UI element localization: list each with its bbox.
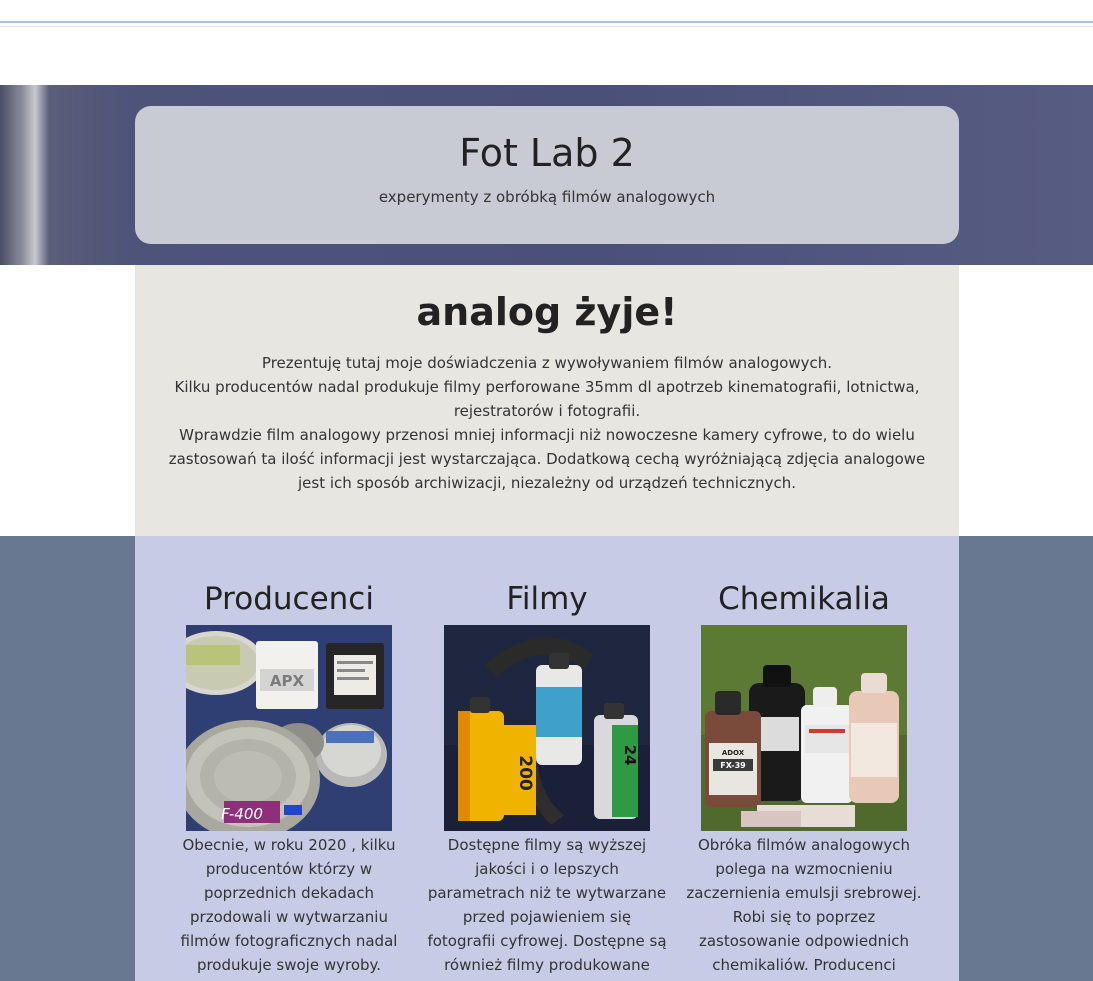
card-films[interactable]: Filmy 200 24 Dostępne filmy są wyższej j… (427, 580, 667, 977)
browser-toolbar-border (0, 21, 1093, 23)
film-canisters-photo[interactable]: APX F-400 (186, 625, 392, 831)
card-description: Obróka filmów analogowych polega na wzmo… (686, 836, 922, 974)
chemical-bottles-photo[interactable]: ADOX FX-39 (701, 625, 907, 831)
intro-paragraph: Prezentuję tutaj moje doświadczenia z wy… (261, 354, 833, 372)
hero-banner: Fot Lab 2 experymenty z obróbką filmów a… (0, 85, 1093, 265)
photo-label: FX-39 (720, 761, 746, 770)
categories-section: Producenci APX F-400 Obecnie, w roku 202… (0, 536, 1093, 981)
site-title: Fot Lab 2 (459, 131, 635, 175)
film-rolls-photo[interactable]: 200 24 (444, 625, 650, 831)
site-subtitle: experymenty z obróbką filmów analogowych (378, 188, 716, 206)
photo-label: APX (270, 672, 305, 690)
card-chemicals[interactable]: Chemikalia ADOX FX-39 Obróka filmów anal… (684, 580, 924, 977)
intro-section: analog żyje! Prezentuję tutaj moje doświ… (135, 265, 959, 536)
intro-text: Prezentuję tutaj moje doświadczenia z wy… (155, 351, 939, 495)
photo-label: ADOX (722, 749, 745, 757)
categories-container: Producenci APX F-400 Obecnie, w roku 202… (135, 536, 959, 981)
photo-label: F-400 (221, 805, 263, 823)
hero-card: Fot Lab 2 experymenty z obróbką filmów a… (135, 106, 959, 244)
card-description: Obecnie, w roku 2020 , kilku producentów… (180, 836, 398, 974)
card-title[interactable]: Filmy (427, 580, 667, 618)
intro-paragraph: Wprawdzie film analogowy przenosi mniej … (168, 426, 926, 492)
intro-heading: analog żyje! (416, 290, 678, 334)
browser-toolbar-border-secondary (0, 26, 1093, 27)
card-title[interactable]: Producenci (169, 580, 409, 618)
photo-label: 24 (621, 745, 639, 766)
card-producers[interactable]: Producenci APX F-400 Obecnie, w roku 202… (169, 580, 409, 977)
photo-label: 200 (515, 755, 535, 791)
intro-paragraph: Kilku producentów nadal produkuje filmy … (174, 378, 920, 420)
card-title[interactable]: Chemikalia (684, 580, 924, 618)
card-description: Dostępne filmy są wyższej jakości i o le… (427, 836, 667, 974)
